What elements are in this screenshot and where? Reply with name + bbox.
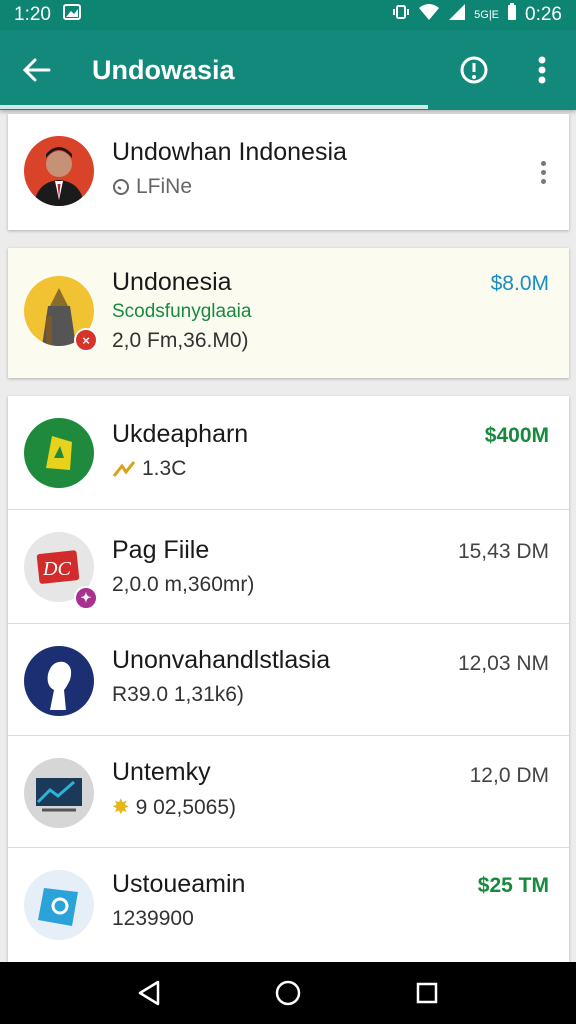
signal-icon <box>448 3 466 27</box>
item-amount: $25 TM <box>477 874 549 897</box>
circle-home-icon <box>275 980 301 1006</box>
profile-card[interactable]: Undowhan Indonesia LFiNe <box>8 114 569 230</box>
status-time: 1:20 <box>14 4 51 25</box>
person-photo-icon <box>34 147 84 206</box>
status-bar: 1:20 5G|E 0:26 <box>0 0 576 30</box>
avatar <box>24 758 94 828</box>
highlight-status: Scodsfunyglaaia <box>112 301 252 322</box>
item-sub: 9 02,5065) <box>135 795 237 819</box>
app-badge-icon: ✦ <box>74 586 98 610</box>
silhouette-icon <box>47 661 72 710</box>
item-name: Ukdeapharn <box>112 420 249 448</box>
arrow-icon <box>112 461 136 477</box>
profile-more-button[interactable] <box>533 152 553 192</box>
item-sub: 1.3C <box>142 457 187 480</box>
back-button[interactable] <box>0 30 74 110</box>
network-type: 5G|E <box>474 8 500 21</box>
clock-icon <box>113 179 129 195</box>
item-name: Unonvahandlstlasia <box>112 646 331 674</box>
error-badge-icon: × <box>74 328 98 352</box>
item-name: Ustoueamin <box>112 870 246 898</box>
avatar <box>24 870 94 940</box>
flag-icon <box>46 436 72 470</box>
app-bar: Undowasia <box>0 30 576 110</box>
nav-home-button[interactable] <box>258 962 318 1024</box>
document-icon <box>38 888 78 926</box>
highlight-subtitle: 2,0 Fm,36.M0) <box>112 329 249 352</box>
transactions-list: Ukdeapharn 1.3C $400M DC ✦ Pag Fiile 2,0… <box>8 396 569 962</box>
profile-name: Undowhan Indonesia <box>112 138 347 166</box>
page-title: Undowasia <box>92 54 235 85</box>
back-arrow-icon <box>22 58 51 82</box>
info-icon <box>460 56 488 84</box>
item-name: Pag Fiile <box>112 536 210 564</box>
item-sub: 1239900 <box>112 907 194 930</box>
item-amount: 12,03 NM <box>457 652 549 675</box>
item-sub: R39.0 1,31k6) <box>112 683 244 706</box>
list-item[interactable]: Unonvahandlstlasia R39.0 1,31k6) 12,03 N… <box>8 624 569 736</box>
nav-back-button[interactable] <box>119 962 179 1024</box>
item-sub: 2,0.0 m,360mr) <box>112 573 255 596</box>
more-options-button[interactable] <box>508 30 576 110</box>
status-right-time: 0:26 <box>525 4 562 25</box>
item-amount: 12,0 DM <box>469 764 549 787</box>
highlight-amount: $8.0M <box>490 272 549 295</box>
avatar <box>24 646 94 716</box>
list-item[interactable]: Ustoueamin 1239900 $25 TM <box>8 848 569 962</box>
info-button[interactable] <box>440 30 508 110</box>
profile-subtitle: LFiNe <box>136 175 193 198</box>
more-vert-icon <box>538 56 546 84</box>
navigation-bar <box>0 962 576 1024</box>
nav-recents-button[interactable] <box>397 962 457 1024</box>
chart-screen-icon <box>36 778 82 812</box>
highlight-name: Undonesia <box>112 268 232 296</box>
item-amount: $400M <box>484 424 549 447</box>
highlight-card[interactable]: × Undonesia Scodsfunyglaaia 2,0 Fm,36.M0… <box>8 248 569 378</box>
wifi-icon <box>418 3 440 27</box>
vibrate-icon <box>392 3 410 27</box>
battery-icon <box>507 3 517 27</box>
notification-icon <box>62 4 81 26</box>
star-icon: ✸ <box>112 796 130 819</box>
item-name: Untemky <box>112 758 211 786</box>
avatar <box>24 418 94 488</box>
list-item[interactable]: DC ✦ Pag Fiile 2,0.0 m,360mr) 15,43 DM <box>8 510 569 624</box>
svg-text:DC: DC <box>42 558 71 580</box>
list-item[interactable]: Ukdeapharn 1.3C $400M <box>8 396 569 510</box>
tab-indicator <box>0 105 428 109</box>
triangle-back-icon <box>139 980 160 1006</box>
avatar <box>24 136 94 206</box>
list-item[interactable]: Untemky ✸ 9 02,5065) 12,0 DM <box>8 736 569 848</box>
square-recents-icon <box>416 982 437 1004</box>
item-amount: 15,43 DM <box>457 540 549 563</box>
